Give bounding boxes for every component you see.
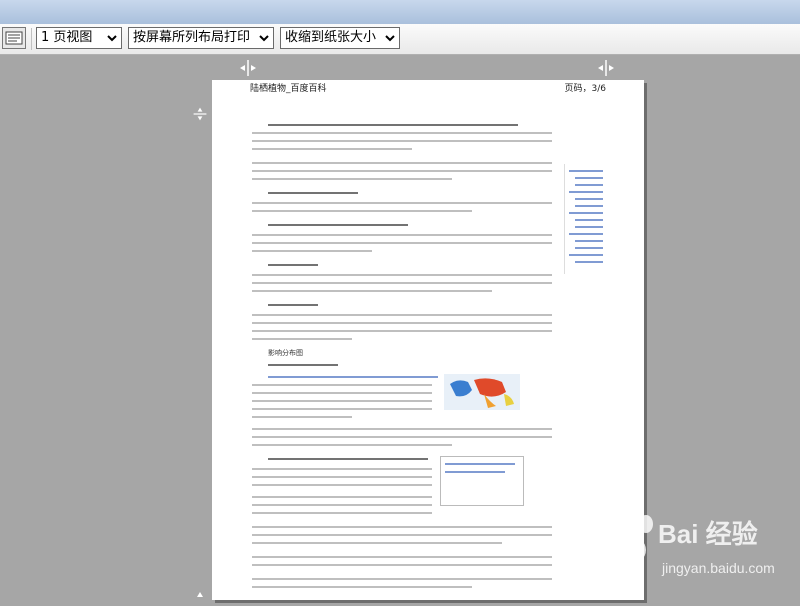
- text-line: [252, 290, 492, 292]
- view-select-value: 1 页视图: [41, 30, 93, 45]
- toc-line: [569, 170, 603, 172]
- watermark-domain: jingyan.baidu.com: [662, 560, 775, 576]
- text-line: [252, 476, 432, 478]
- text-line: [252, 250, 372, 252]
- text-line: [268, 376, 438, 378]
- shrink-to-fit-select[interactable]: 收缩到纸张大小: [280, 27, 400, 49]
- page-header-title: 陆栖植物_百度百科: [250, 84, 327, 94]
- text-line: [268, 192, 358, 194]
- toc-line: [575, 247, 603, 249]
- text-line: [252, 512, 432, 514]
- text-line: [252, 140, 552, 142]
- text-line: [252, 178, 452, 180]
- text-line: [252, 148, 412, 150]
- text-line: [252, 330, 552, 332]
- toc-line: [569, 233, 603, 235]
- left-margin-handle-icon[interactable]: [238, 60, 258, 76]
- text-line: [252, 542, 502, 544]
- text-line: [252, 586, 472, 588]
- text-line: [252, 384, 432, 386]
- toc-line: [569, 191, 603, 193]
- chevron-down-icon: [259, 35, 269, 42]
- toc-line: [575, 198, 603, 200]
- text-line: [252, 274, 552, 276]
- toc-line: [575, 205, 603, 207]
- text-line: [252, 234, 552, 236]
- window-titlebar: [0, 0, 800, 25]
- page-header-page-number: 页码，3/6: [564, 84, 607, 94]
- text-line: [252, 416, 352, 418]
- text-line: [268, 458, 428, 460]
- text-line: [252, 392, 432, 394]
- top-margin-handle-icon[interactable]: [190, 106, 210, 122]
- text-line: [252, 400, 432, 402]
- page-setup-button[interactable]: [2, 27, 26, 49]
- toc-line: [575, 177, 603, 179]
- text-line: [252, 564, 552, 566]
- text-line: [252, 242, 552, 244]
- toc-line: [575, 240, 603, 242]
- text-line: [252, 484, 432, 486]
- watermark-brand: Bai 经验: [658, 519, 758, 549]
- layout-select-value: 按屏幕所列布局打印: [133, 30, 251, 45]
- text-line: [252, 210, 472, 212]
- table-of-contents: [564, 164, 615, 274]
- text-line: [252, 282, 552, 284]
- text-line: [252, 578, 552, 580]
- text-line: [252, 132, 552, 134]
- text-line: [252, 534, 552, 536]
- text-line: [252, 504, 432, 506]
- distribution-map-image: [444, 374, 520, 410]
- chevron-down-icon: [107, 35, 117, 42]
- toc-line: [575, 184, 603, 186]
- text-line: [252, 170, 552, 172]
- text-line: [252, 322, 552, 324]
- caption-line: [445, 463, 515, 465]
- text-line: [252, 436, 552, 438]
- text-line: [268, 364, 338, 366]
- text-line: [252, 314, 552, 316]
- layout-select[interactable]: 按屏幕所列布局打印: [128, 27, 274, 49]
- right-margin-handle-icon[interactable]: [596, 60, 616, 76]
- page-setup-icon: [5, 31, 23, 45]
- toc-line: [575, 226, 603, 228]
- text-line: [268, 124, 518, 126]
- text-line: [252, 338, 352, 340]
- text-line: [252, 496, 432, 498]
- toc-line: [575, 261, 603, 263]
- image-caption-box: [440, 456, 524, 506]
- bottom-margin-handle-icon[interactable]: [190, 590, 210, 606]
- caption-line: [445, 471, 505, 473]
- shrink-select-value: 收缩到纸张大小: [285, 30, 377, 45]
- text-line: [252, 468, 432, 470]
- text-line: [252, 408, 432, 410]
- print-preview-page: 陆栖植物_百度百科 页码，3/6 影响分布图: [212, 80, 644, 600]
- text-line: [252, 428, 552, 430]
- text-line: [252, 526, 552, 528]
- text-line: [252, 202, 552, 204]
- chevron-down-icon: [385, 35, 395, 42]
- text-line: [252, 444, 452, 446]
- paw-logo-icon: [603, 510, 653, 565]
- toc-line: [569, 254, 603, 256]
- print-preview-toolbar: 1 页视图 按屏幕所列布局打印 收缩到纸张大小: [0, 24, 800, 55]
- page-section-heading: 影响分布图: [268, 349, 303, 357]
- text-line: [268, 304, 318, 306]
- view-select[interactable]: 1 页视图: [36, 27, 122, 49]
- toolbar-separator: [31, 28, 32, 50]
- watermark: Bai 经验 jingyan.baidu.com: [588, 508, 778, 592]
- text-line: [252, 556, 552, 558]
- toc-line: [569, 212, 603, 214]
- text-line: [268, 224, 408, 226]
- toc-line: [575, 219, 603, 221]
- text-line: [268, 264, 318, 266]
- text-line: [252, 162, 552, 164]
